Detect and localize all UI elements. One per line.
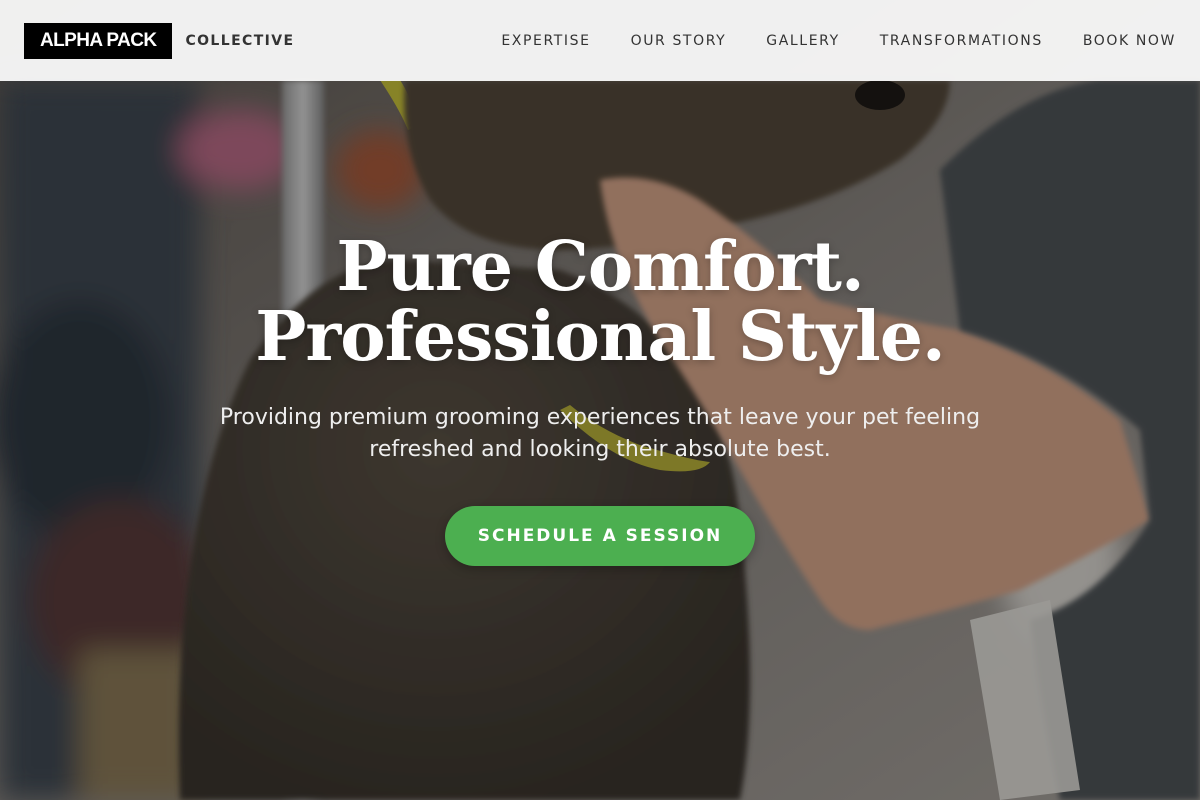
nav-link-gallery[interactable]: GALLERY [766, 33, 839, 49]
nav-link-transformations[interactable]: TRANSFORMATIONS [880, 33, 1043, 49]
logo-text: ALPHA PACK [40, 29, 157, 51]
hero-subtitle: Providing premium grooming experiences t… [219, 405, 981, 462]
hero-title: Pure Comfort. Professional Style. [0, 232, 1200, 372]
hero-content: Pure Comfort. Professional Style. Provid… [0, 232, 1200, 566]
schedule-session-button[interactable]: SCHEDULE A SESSION [445, 506, 755, 566]
nav-link-expertise[interactable]: EXPERTISE [501, 33, 590, 49]
hero-title-line-2: Professional Style. [255, 297, 945, 377]
site-header: ALPHA PACK COLLECTIVE EXPERTISE OUR STOR… [0, 0, 1200, 81]
logo[interactable]: ALPHA PACK [24, 22, 173, 59]
nav-link-book-now[interactable]: BOOK NOW [1083, 33, 1176, 49]
nav-link-our-story[interactable]: OUR STORY [631, 33, 727, 49]
hero-title-line-1: Pure Comfort. [336, 227, 864, 307]
main-nav: EXPERTISE OUR STORY GALLERY TRANSFORMATI… [501, 33, 1176, 49]
logo-subtext: COLLECTIVE [185, 32, 295, 49]
